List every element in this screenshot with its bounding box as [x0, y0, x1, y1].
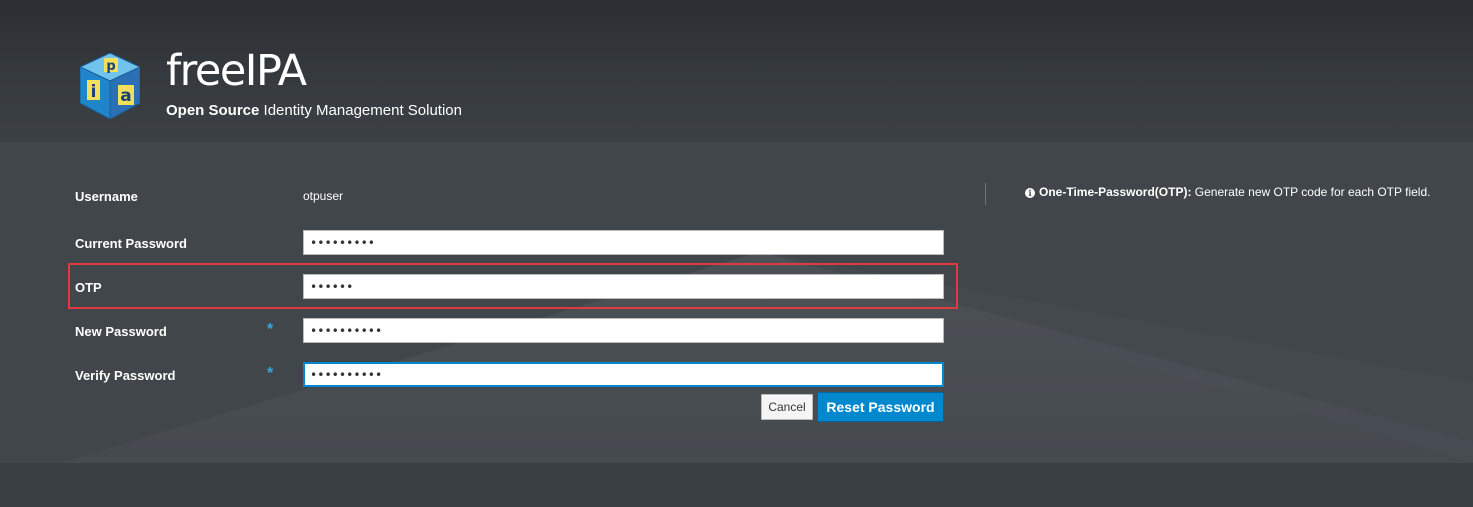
logo-letter-i: i — [91, 82, 97, 102]
current-password-field[interactable] — [303, 230, 944, 255]
otp-label: OTP — [75, 280, 102, 295]
info-divider — [985, 183, 986, 205]
new-password-field[interactable] — [303, 318, 944, 343]
otp-field[interactable] — [303, 274, 944, 299]
footer-bar — [0, 463, 1473, 507]
reset-password-button[interactable]: Reset Password — [817, 392, 944, 422]
otp-info-text: i One-Time-Password(OTP): Generate new OT… — [1025, 184, 1430, 200]
info-circle-icon: i — [1025, 188, 1035, 198]
new-password-required-marker: * — [267, 321, 274, 338]
logo-letter-a: a — [120, 86, 131, 106]
logo-letter-p: p — [106, 59, 115, 74]
username-value: otpuser — [303, 189, 344, 203]
brand-subtitle: Open Source Identity Management Solution — [166, 102, 462, 119]
cancel-button[interactable]: Cancel — [761, 394, 813, 420]
otp-info-body: Generate new OTP code for each OTP field… — [1191, 185, 1431, 199]
verify-password-label: Verify Password — [75, 368, 176, 383]
current-password-label: Current Password — [75, 236, 187, 251]
username-label: Username — [75, 189, 138, 204]
header-bar: p i a freeIPA Open Source Identity Manag… — [0, 0, 1473, 142]
verify-password-required-marker: * — [267, 365, 274, 382]
verify-password-field[interactable] — [303, 362, 944, 387]
brand-subtitle-bold: Open Source — [166, 102, 260, 119]
otp-info-title: One-Time-Password(OTP): — [1039, 185, 1192, 199]
brand-title: freeIPA — [166, 46, 307, 96]
brand-subtitle-rest: Identity Management Solution — [259, 102, 462, 119]
freeipa-logo-icon: p i a — [80, 53, 140, 119]
new-password-label: New Password — [75, 324, 167, 339]
